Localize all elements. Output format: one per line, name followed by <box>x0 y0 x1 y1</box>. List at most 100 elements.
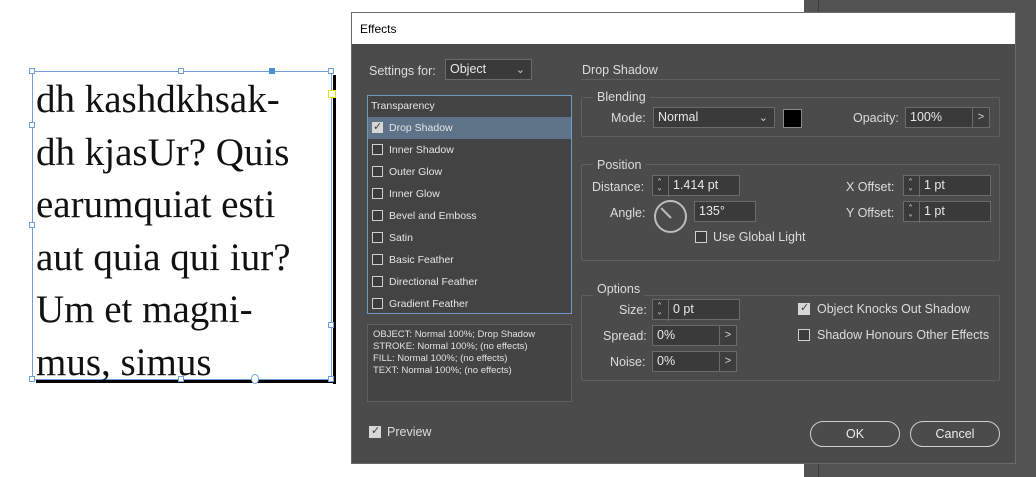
resize-handle-b[interactable] <box>178 376 184 382</box>
out-port[interactable] <box>251 374 259 384</box>
options-title: Options <box>593 282 645 296</box>
size-field[interactable]: 0 pt <box>652 298 740 327</box>
effect-item-inner-glow[interactable]: Inner Glow <box>368 183 571 205</box>
effect-checkbox[interactable] <box>372 276 383 287</box>
resize-handle-l[interactable] <box>29 222 35 228</box>
in-port[interactable] <box>328 90 336 98</box>
preview-label[interactable]: Preview <box>387 425 431 439</box>
section-divider <box>581 79 1000 80</box>
opacity-field[interactable]: 100% <box>905 107 973 128</box>
effect-label: Bevel and Emboss <box>389 210 477 222</box>
spread-slider-button[interactable]: > <box>719 325 737 346</box>
spread-value: 0% <box>657 328 676 342</box>
settings-for-select[interactable]: Object ⌄ <box>445 59 532 80</box>
object-knocks-out-checkbox[interactable] <box>798 301 810 315</box>
distance-stepper[interactable] <box>653 174 669 203</box>
effect-checkbox[interactable] <box>372 232 383 243</box>
chevron-right-icon: > <box>977 111 985 123</box>
effect-label: Directional Feather <box>389 276 478 288</box>
effect-item-outer-glow[interactable]: Outer Glow <box>368 161 571 183</box>
effect-checkbox[interactable] <box>372 188 383 199</box>
effect-item-inner-shadow[interactable]: Inner Shadow <box>368 139 571 161</box>
y-offset-field[interactable]: 1 pt <box>903 200 991 229</box>
x-offset-field[interactable]: 1 pt <box>903 174 991 203</box>
effect-label: Satin <box>389 232 413 244</box>
reference-point-handle[interactable] <box>269 68 275 74</box>
effect-item-satin[interactable]: Satin <box>368 227 571 249</box>
effect-label: Gradient Feather <box>389 298 469 310</box>
shadow-color-swatch[interactable] <box>783 109 802 128</box>
noise-label: Noise: <box>610 355 646 369</box>
angle-value: 135° <box>699 204 725 218</box>
blending-title: Blending <box>593 90 650 104</box>
noise-slider-button[interactable]: > <box>719 351 737 372</box>
noise-field[interactable]: 0% <box>652 351 720 372</box>
effect-checkbox[interactable] <box>372 210 383 221</box>
x-offset-stepper[interactable] <box>904 174 920 203</box>
blend-mode-select[interactable]: Normal ⌄ <box>653 107 775 128</box>
resize-handle-tr[interactable] <box>328 68 334 74</box>
blend-mode-value: Normal <box>658 110 699 124</box>
effect-checkbox[interactable] <box>372 120 383 133</box>
dialog-titlebar[interactable]: Effects <box>352 13 1015 44</box>
effects-dialog: Effects Settings for: Object ⌄ Transpare… <box>351 12 1016 464</box>
frame-text[interactable]: dh kashdkhsak- dh kjasUr? Quis earumquia… <box>36 74 332 389</box>
summary-line: STROKE: Normal 100%; (no effects) <box>373 341 528 352</box>
settings-for-value: Object <box>450 62 487 76</box>
y-offset-stepper[interactable] <box>904 200 920 229</box>
text-frame[interactable]: dh kashdkhsak- dh kjasUr? Quis earumquia… <box>29 68 336 384</box>
effects-list-header[interactable]: Transparency <box>371 100 435 112</box>
spread-label: Spread: <box>603 329 647 343</box>
dialog-title: Effects <box>360 22 397 36</box>
x-offset-value: 1 pt <box>924 178 945 192</box>
spread-field[interactable]: 0% <box>652 325 720 346</box>
frame-text-line: aut quia qui iur? <box>36 235 291 279</box>
effect-item-bevel-emboss[interactable]: Bevel and Emboss <box>368 205 571 227</box>
shadow-honours-label[interactable]: Shadow Honours Other Effects <box>817 328 989 342</box>
opacity-value: 100% <box>910 110 942 124</box>
angle-label: Angle: <box>610 206 646 220</box>
effect-checkbox[interactable] <box>372 144 383 155</box>
effect-item-drop-shadow[interactable]: Drop Shadow <box>368 117 571 139</box>
size-label: Size: <box>619 303 647 317</box>
chevron-down-icon: ⌄ <box>758 112 768 124</box>
resize-handle-bl[interactable] <box>29 376 35 382</box>
use-global-light-label[interactable]: Use Global Light <box>713 230 805 244</box>
frame-text-line: earumquiat esti <box>36 183 276 226</box>
angle-dial[interactable] <box>654 200 687 233</box>
resize-handle-br[interactable] <box>328 376 334 382</box>
effect-item-gradient-feather[interactable]: Gradient Feather <box>368 293 571 315</box>
use-global-light-checkbox[interactable] <box>695 231 707 243</box>
size-stepper[interactable] <box>653 298 669 327</box>
frame-text-line: mus, simus <box>36 340 212 384</box>
chevron-right-icon: > <box>724 355 732 367</box>
resize-handle-tl[interactable] <box>29 68 35 74</box>
effect-item-basic-feather[interactable]: Basic Feather <box>368 249 571 271</box>
ok-button[interactable]: OK <box>810 421 900 447</box>
opacity-slider-button[interactable]: > <box>972 107 990 128</box>
resize-handle-l-upper[interactable] <box>29 122 35 128</box>
distance-field[interactable]: 1.414 pt <box>652 174 740 203</box>
settings-for-label: Settings for: <box>369 64 436 78</box>
effect-checkbox[interactable] <box>372 254 383 265</box>
x-offset-label: X Offset: <box>846 180 895 194</box>
angle-needle <box>660 207 672 219</box>
shadow-honours-checkbox[interactable] <box>798 329 810 341</box>
resize-handle-t[interactable] <box>178 68 184 74</box>
frame-text-line: Um et magni- <box>36 288 253 331</box>
resize-handle-r[interactable] <box>328 322 334 328</box>
summary-line: OBJECT: Normal 100%; Drop Shadow <box>373 329 536 340</box>
cancel-button[interactable]: Cancel <box>910 421 1000 447</box>
effect-item-directional-feather[interactable]: Directional Feather <box>368 271 571 293</box>
summary-line: FILL: Normal 100%; (no effects) <box>373 353 508 364</box>
effect-checkbox[interactable] <box>372 298 383 309</box>
effects-list[interactable]: Transparency Drop Shadow Inner Shadow Ou… <box>367 95 572 314</box>
chevron-right-icon: > <box>724 329 732 341</box>
preview-checkbox[interactable] <box>369 424 381 438</box>
distance-value: 1.414 pt <box>673 178 719 192</box>
y-offset-label: Y Offset: <box>846 206 895 220</box>
effect-label: Drop Shadow <box>389 122 453 134</box>
object-knocks-out-label[interactable]: Object Knocks Out Shadow <box>817 302 970 316</box>
angle-field[interactable]: 135° <box>694 201 756 222</box>
effect-checkbox[interactable] <box>372 166 383 177</box>
